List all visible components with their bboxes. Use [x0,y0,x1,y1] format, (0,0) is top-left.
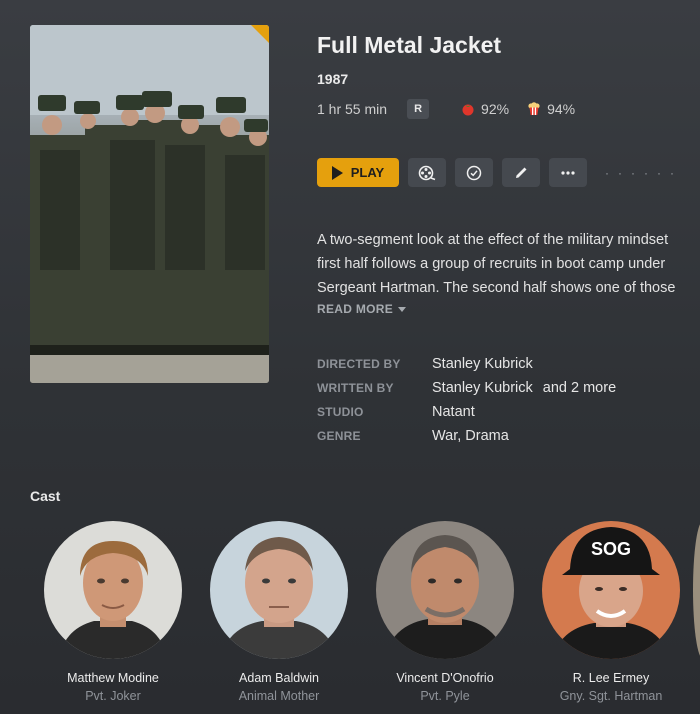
avatar: SOG [542,521,680,659]
critic-score-value: 92% [481,101,510,117]
avatar-next-partial[interactable] [693,521,700,659]
more-icon [561,170,575,175]
writer-link[interactable]: Stanley Kubrick [432,380,533,396]
chevron-down-icon [398,306,407,312]
poster-image [30,25,269,383]
action-toolbar: PLAY ······ [317,158,683,187]
genre-value[interactable]: War, Drama [432,428,509,444]
read-more-button[interactable]: READ MORE [317,302,407,316]
cast-role: Gny. Sgt. Hartman [559,689,663,703]
pencil-icon [516,167,527,178]
summary-line: first half follows a group of recruits i… [317,256,666,272]
poster-corner-marker [251,25,269,43]
credit-label: STUDIO [317,405,364,419]
trailer-button[interactable] [408,158,446,187]
writer-value: Stanley Kubrick and 2 more [432,380,616,396]
avatar [44,521,182,659]
duration: 1 hr 55 min [317,101,388,117]
cast-list: Matthew Modine Pvt. Joker Adam Baldwin A… [30,521,694,703]
movie-title: Full Metal Jacket [317,32,502,58]
cast-member[interactable]: Vincent D'Onofrio Pvt. Pyle [362,521,528,703]
critic-score: 92% [461,101,509,117]
film-reel-icon [418,165,436,180]
cap-logo: SOG [591,539,631,559]
cast-name: Vincent D'Onofrio [396,671,494,685]
popcorn-icon [528,102,540,115]
audience-score-value: 94% [547,101,576,117]
summary-line: Sergeant Hartman. The second half shows … [317,280,676,296]
mark-watched-button[interactable] [455,158,493,187]
edit-button[interactable] [502,158,540,187]
movie-meta: 1 hr 55 min R 92% 94% [317,98,575,120]
tomato-icon [462,104,474,116]
movie-poster[interactable] [30,25,269,383]
summary-line: A two-segment look at the effect of the … [317,232,669,248]
avatar [376,521,514,659]
cast-role: Pvt. Joker [85,689,141,703]
check-circle-icon [466,165,482,180]
credit-label: GENRE [317,429,361,443]
loading-dots: ······ [605,165,683,180]
cast-member[interactable]: Adam Baldwin Animal Mother [196,521,362,703]
movie-summary: A two-segment look at the effect of the … [317,228,700,300]
credit-row-studio: STUDIO Natant [317,400,616,424]
cast-role: Animal Mother [238,689,320,703]
credit-row-genre: GENRE War, Drama [317,424,616,448]
cast-role: Pvt. Pyle [420,689,470,703]
cast-member[interactable]: SOG R. Lee Ermey Gny. Sgt. Hartman [528,521,694,703]
cast-name: Adam Baldwin [239,671,319,685]
cast-name: Matthew Modine [67,671,159,685]
movie-year: 1987 [317,71,349,87]
play-label: PLAY [350,165,385,180]
play-icon [331,165,343,180]
credit-row-director: DIRECTED BY Stanley Kubrick [317,352,616,376]
content-rating-badge: R [407,99,430,119]
play-button[interactable]: PLAY [317,158,399,187]
director-link[interactable]: Stanley Kubrick [432,356,533,372]
more-button[interactable] [549,158,587,187]
studio-link[interactable]: Natant [432,404,475,420]
cast-member[interactable]: Matthew Modine Pvt. Joker [30,521,196,703]
writers-more-link[interactable]: and 2 more [543,380,616,396]
read-more-label: READ MORE [317,302,394,316]
audience-score: 94% [527,101,575,117]
credits-list: DIRECTED BY Stanley Kubrick WRITTEN BY S… [317,352,616,448]
avatar [210,521,348,659]
credit-row-writer: WRITTEN BY Stanley Kubrick and 2 more [317,376,616,400]
cast-heading: Cast [30,488,61,504]
credit-label: WRITTEN BY [317,381,394,395]
credit-label: DIRECTED BY [317,357,401,371]
cast-name: R. Lee Ermey [572,671,650,685]
